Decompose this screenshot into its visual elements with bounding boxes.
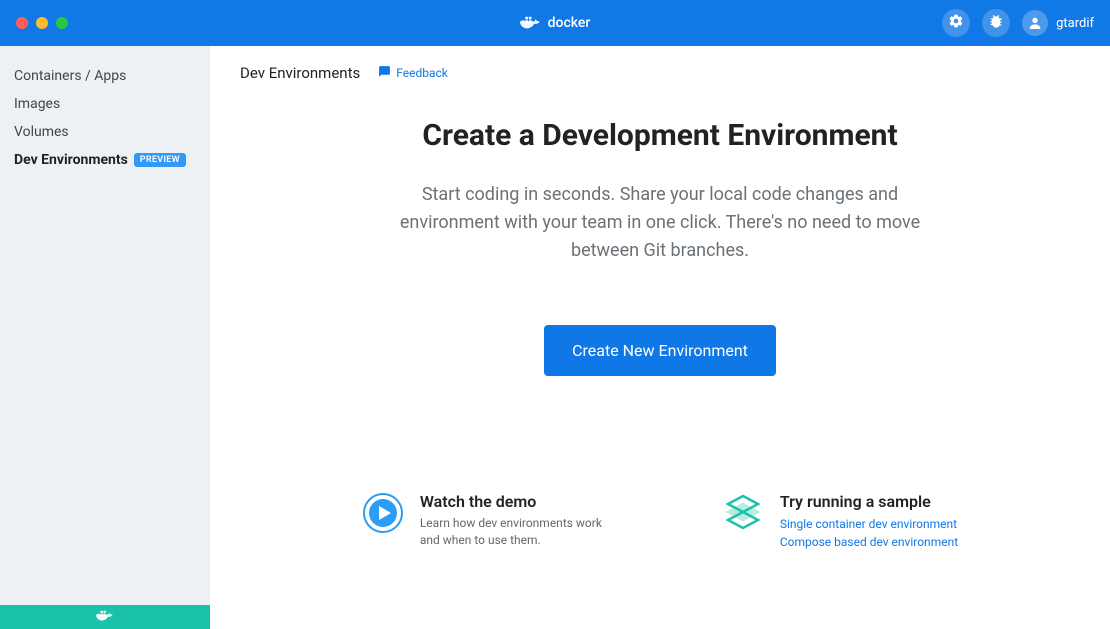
play-icon[interactable] [362, 492, 404, 534]
sidebar-item-containers[interactable]: Containers / Apps [0, 62, 210, 90]
sidebar: Containers / Apps Images Volumes Dev Env… [0, 46, 210, 629]
hero-subtitle: Start coding in seconds. Share your loca… [380, 181, 940, 265]
titlebar: docker gtardif [0, 0, 1110, 46]
gear-icon [948, 13, 964, 33]
minimize-window-button[interactable] [36, 17, 48, 29]
username-label: gtardif [1056, 16, 1094, 31]
sidebar-item-label: Containers / Apps [14, 68, 126, 84]
bug-icon [988, 13, 1004, 33]
sidebar-item-label: Images [14, 96, 60, 112]
demo-card-desc: Learn how dev environments work and when… [420, 515, 622, 549]
container-layers-icon [722, 492, 764, 534]
settings-button[interactable] [942, 9, 970, 37]
brand-text: docker [548, 15, 591, 31]
window-controls [16, 17, 68, 29]
troubleshoot-button[interactable] [982, 9, 1010, 37]
info-cards: Watch the demo Learn how dev environment… [240, 492, 1080, 599]
sidebar-item-volumes[interactable]: Volumes [0, 118, 210, 146]
preview-badge: PREVIEW [134, 153, 186, 167]
sidebar-item-dev-environments[interactable]: Dev Environments PREVIEW [0, 146, 210, 174]
sidebar-item-images[interactable]: Images [0, 90, 210, 118]
maximize-window-button[interactable] [56, 17, 68, 29]
hero-section: Create a Development Environment Start c… [240, 118, 1080, 265]
sidebar-footer [0, 605, 210, 629]
chat-icon [378, 65, 391, 81]
create-environment-button[interactable]: Create New Environment [544, 325, 776, 376]
page-title: Dev Environments [240, 64, 360, 82]
sample-card-title: Try running a sample [780, 492, 958, 511]
demo-card-title: Watch the demo [420, 492, 622, 511]
header-right: gtardif [942, 9, 1094, 37]
user-avatar-icon [1022, 10, 1048, 36]
brand-logo: docker [520, 15, 591, 31]
sidebar-item-label: Volumes [14, 124, 69, 140]
sample-card: Try running a sample Single container de… [722, 492, 958, 551]
content-area: Dev Environments Feedback Create a Devel… [210, 46, 1110, 629]
sidebar-item-label: Dev Environments [14, 152, 128, 168]
docker-whale-icon [96, 608, 114, 627]
docker-whale-icon [520, 15, 542, 31]
compose-env-link[interactable]: Compose based dev environment [780, 533, 958, 551]
user-menu[interactable]: gtardif [1022, 10, 1094, 36]
single-container-link[interactable]: Single container dev environment [780, 515, 958, 533]
feedback-link[interactable]: Feedback [378, 65, 448, 81]
hero-title: Create a Development Environment [240, 118, 1080, 153]
close-window-button[interactable] [16, 17, 28, 29]
content-header: Dev Environments Feedback [240, 64, 1080, 82]
feedback-label: Feedback [396, 66, 448, 80]
watch-demo-card: Watch the demo Learn how dev environment… [362, 492, 622, 551]
